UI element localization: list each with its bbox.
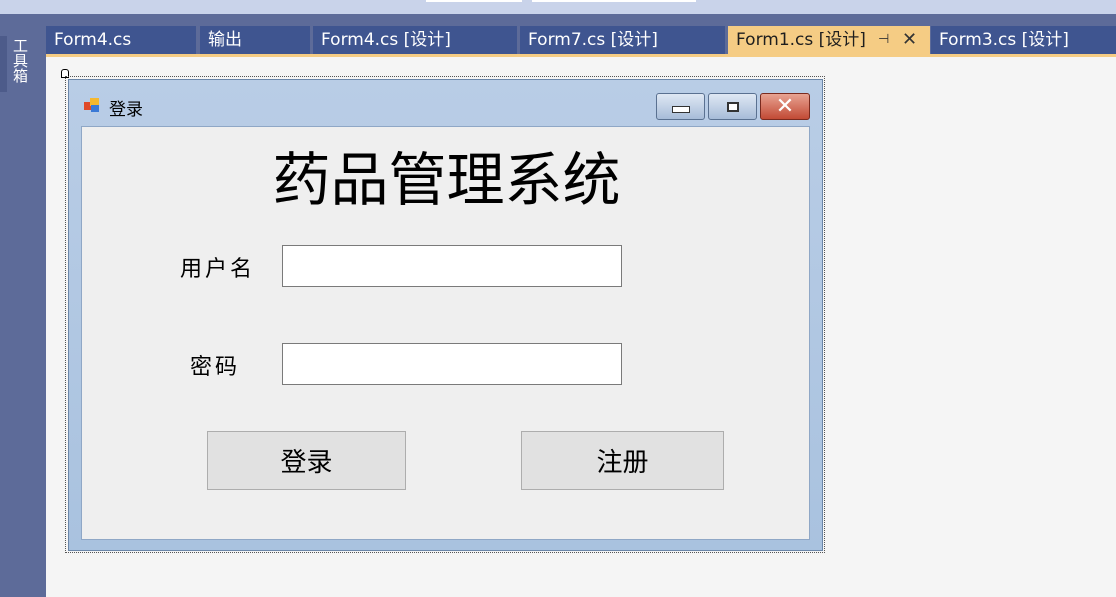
username-label: 用户名	[180, 257, 256, 282]
tab-form7-design[interactable]: Form7.cs [设计]	[520, 26, 725, 54]
login-button[interactable]: 登录	[207, 431, 406, 490]
tab-label: Form4.cs [设计]	[321, 30, 451, 50]
tab-output[interactable]: 输出	[200, 26, 310, 54]
close-icon[interactable]: ✕	[902, 26, 917, 54]
minimize-button[interactable]	[656, 93, 705, 120]
ide-band	[0, 14, 1116, 26]
password-label: 密码	[190, 355, 241, 380]
tab-label: 输出	[208, 30, 242, 50]
page-title: 药品管理系统	[272, 146, 621, 214]
left-rail: 工具箱	[0, 14, 46, 597]
tab-form4-design[interactable]: Form4.cs [设计]	[313, 26, 517, 54]
close-button[interactable]: ✕	[760, 93, 810, 120]
close-icon: ✕	[775, 93, 795, 119]
register-button[interactable]: 注册	[521, 431, 724, 490]
toolbox-tab[interactable]: 工具箱	[10, 38, 29, 83]
pin-icon[interactable]: ⊣	[878, 26, 889, 54]
tab-form4-cs[interactable]: Form4.cs	[46, 26, 196, 54]
form-client-area: 药品管理系统 用户名 密码 登录 注册	[81, 126, 810, 540]
tab-form3-design[interactable]: Form3.cs [设计]	[931, 26, 1116, 54]
tab-label: Form7.cs [设计]	[528, 30, 658, 50]
form-title: 登录	[109, 100, 143, 120]
maximize-button[interactable]	[708, 93, 757, 120]
form-titlebar[interactable]: 登录 ✕	[69, 80, 822, 124]
tab-form1-design[interactable]: Form1.cs [设计] ⊣ ✕	[728, 26, 930, 54]
minimize-icon	[671, 106, 690, 113]
tab-label: Form4.cs	[54, 30, 132, 50]
document-tabbar: Form4.cs 输出 Form4.cs [设计] Form7.cs [设计] …	[46, 26, 1116, 54]
username-input[interactable]	[282, 245, 622, 287]
toolbox-tab-marker	[0, 36, 7, 92]
tab-label: Form1.cs [设计]	[736, 30, 866, 50]
toolbar-field	[532, 0, 696, 2]
tab-label: Form3.cs [设计]	[939, 30, 1069, 50]
login-form-window[interactable]: 登录 ✕ 药品管理系统 用户名 密码 登录 注册	[68, 79, 823, 551]
maximize-icon	[726, 101, 739, 112]
password-input[interactable]	[282, 343, 622, 385]
toolbar-field	[426, 0, 522, 2]
app-icon	[84, 98, 99, 112]
ide-top-strip	[0, 0, 1116, 14]
